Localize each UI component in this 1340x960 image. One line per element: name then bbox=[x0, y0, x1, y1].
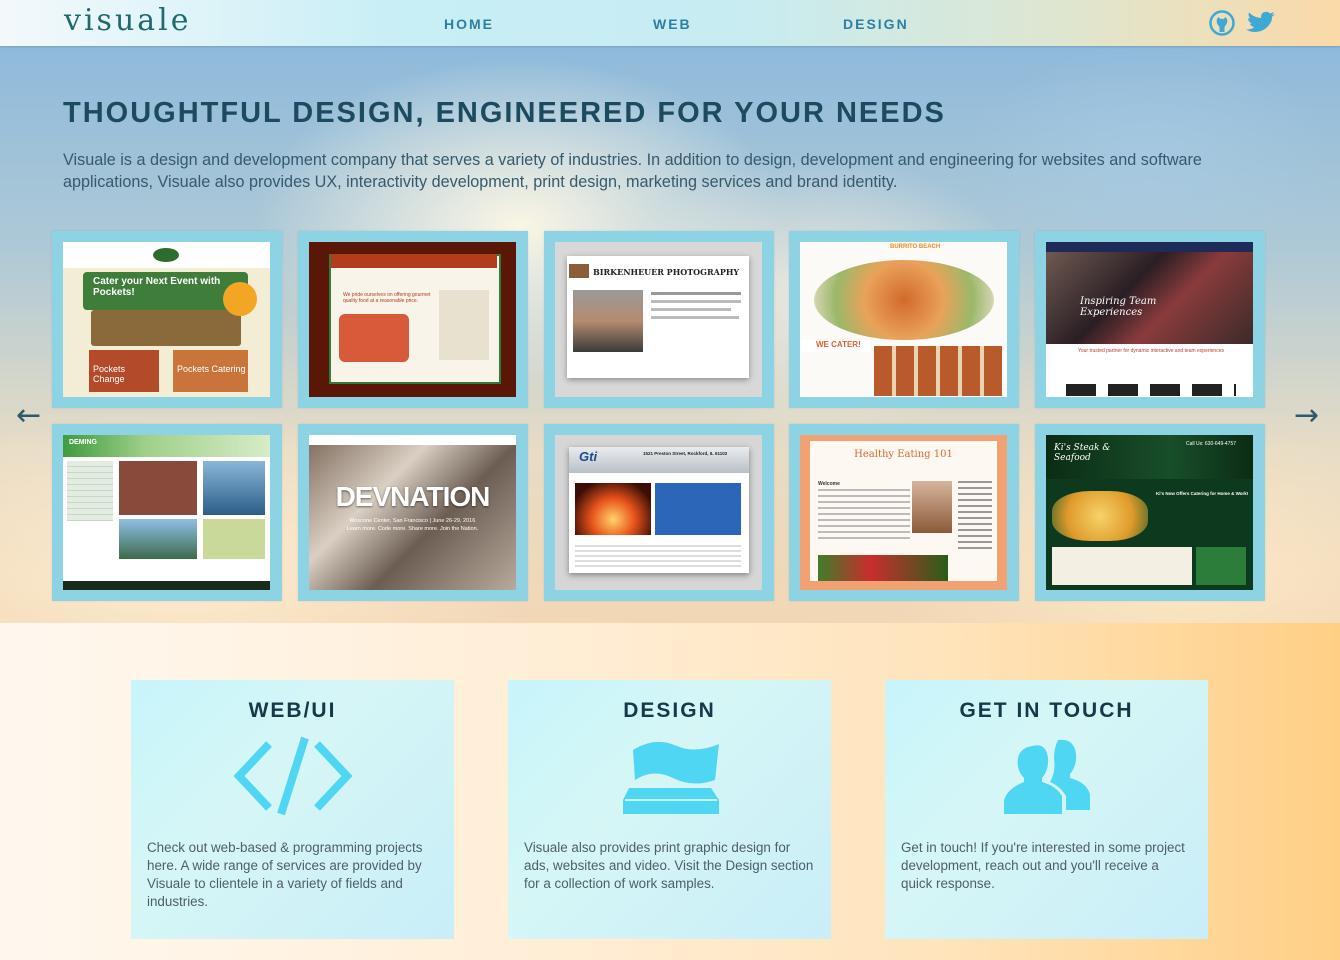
code-icon bbox=[131, 736, 454, 820]
thumbnail-burrito: BURRITO BEACH WE CATER! bbox=[800, 242, 1007, 397]
thumbnail-pizza: We pride ourselves on offering gourmet q… bbox=[309, 242, 516, 397]
portfolio-tile-kis[interactable]: Ki's Steak & Seafood Call Us: 630-649-47… bbox=[1035, 424, 1265, 601]
services-section: WEB/UI Check out web-based & programming… bbox=[0, 623, 1340, 960]
nav-home[interactable]: HOME bbox=[444, 16, 494, 32]
portfolio-tile-gti[interactable]: Gti 1521 Preston Street, Rockford, IL 61… bbox=[544, 424, 774, 601]
kis-headline: Ki's Steak & Seafood bbox=[1054, 443, 1111, 463]
portfolio-tile-burrito[interactable]: BURRITO BEACH WE CATER! bbox=[789, 231, 1019, 408]
thumbnail-kis: Ki's Steak & Seafood Call Us: 630-649-47… bbox=[1046, 435, 1253, 590]
users-icon bbox=[885, 736, 1208, 822]
hero-title: THOUGHTFUL DESIGN, ENGINEERED FOR YOUR N… bbox=[63, 97, 946, 129]
card-get-in-touch[interactable]: GET IN TOUCH Get in touch! If you're int… bbox=[885, 680, 1208, 939]
pizza-headline: We pride ourselves on offering gourmet q… bbox=[343, 292, 431, 304]
pockets-headline: Cater your Next Event with Pockets! bbox=[93, 276, 221, 298]
portfolio-tile-team[interactable]: Inspiring Team Experiences Your trusted … bbox=[1035, 231, 1265, 408]
top-nav: visuale HOME WEB DESIGN bbox=[0, 0, 1340, 46]
print-layers-icon bbox=[508, 736, 831, 822]
healthy-headline: Healthy Eating 101 bbox=[854, 449, 953, 460]
card-web-ui[interactable]: WEB/UI Check out web-based & programming… bbox=[131, 680, 454, 939]
portfolio-tile-birkenheuer[interactable]: BIRKENHEUER PHOTOGRAPHY bbox=[544, 231, 774, 408]
kis-sub1: Call Us: 630-649-4757 bbox=[1186, 441, 1237, 447]
hero-section: THOUGHTFUL DESIGN, ENGINEERED FOR YOUR N… bbox=[0, 46, 1340, 623]
logo[interactable]: visuale bbox=[64, 3, 192, 38]
thumbnail-gti: Gti 1521 Preston Street, Rockford, IL 61… bbox=[555, 435, 762, 590]
github-icon[interactable] bbox=[1209, 10, 1235, 40]
gti-headline: Gti bbox=[579, 449, 598, 464]
carousel-next-arrow[interactable]: → bbox=[1294, 401, 1319, 431]
thumbnail-team: Inspiring Team Experiences Your trusted … bbox=[1046, 242, 1253, 397]
team-sub1: Your trusted partner for dynamic interac… bbox=[1077, 348, 1224, 354]
card-design-title: DESIGN bbox=[623, 699, 716, 722]
birkenheuer-headline: BIRKENHEUER PHOTOGRAPHY bbox=[593, 267, 740, 277]
thumbnail-pockets: Cater your Next Event with Pockets! Pock… bbox=[63, 242, 270, 397]
portfolio-tile-devnation[interactable]: DEVNATION Moscone Center, San Francisco … bbox=[298, 424, 528, 601]
card-design-text: Visuale also provides print graphic desi… bbox=[524, 840, 814, 891]
card-design[interactable]: DESIGN Visuale also provides print graph… bbox=[508, 680, 831, 939]
devnation-headline: DEVNATION bbox=[335, 481, 491, 512]
team-headline: Inspiring Team Experiences bbox=[1080, 296, 1157, 318]
burrito-headline: BURRITO BEACH bbox=[890, 244, 941, 250]
nav-web[interactable]: WEB bbox=[653, 16, 692, 32]
kis-sub2: Ki's Now Offers Catering for Home & Work… bbox=[1156, 491, 1249, 496]
card-web-ui-text: Check out web-based & programming projec… bbox=[147, 840, 423, 909]
portfolio-tile-healthy[interactable]: Healthy Eating 101 Welcome bbox=[789, 424, 1019, 601]
devnation-sub1: Moscone Center, San Francisco | June 26-… bbox=[349, 518, 476, 524]
hero-description: Visuale is a design and development comp… bbox=[63, 151, 1202, 191]
portfolio-tile-pockets[interactable]: Cater your Next Event with Pockets! Pock… bbox=[52, 231, 282, 408]
healthy-sub1: Welcome bbox=[818, 481, 840, 487]
card-get-in-touch-text: Get in touch! If you're interested in so… bbox=[901, 840, 1185, 891]
carousel-prev-arrow[interactable]: ← bbox=[16, 401, 41, 431]
pockets-sub1: Pockets Change bbox=[93, 364, 126, 384]
deming-headline: DEMING bbox=[69, 439, 97, 446]
twitter-icon[interactable] bbox=[1244, 11, 1276, 41]
thumbnail-healthy: Healthy Eating 101 Welcome bbox=[800, 435, 1007, 590]
portfolio-tile-deming[interactable]: DEMING bbox=[52, 424, 282, 601]
devnation-sub2: Learn more. Code more. Share more. Join … bbox=[346, 526, 479, 532]
pockets-sub2: Pockets Catering bbox=[177, 364, 246, 374]
nav-design[interactable]: DESIGN bbox=[843, 16, 909, 32]
thumbnail-birkenheuer: BIRKENHEUER PHOTOGRAPHY bbox=[555, 242, 762, 397]
card-web-ui-title: WEB/UI bbox=[248, 699, 337, 722]
gti-sub1: 1521 Preston Street, Rockford, IL 61102 bbox=[643, 451, 728, 456]
thumbnail-deming: DEMING bbox=[63, 435, 270, 590]
thumbnail-devnation: DEVNATION Moscone Center, San Francisco … bbox=[309, 435, 516, 590]
burrito-sub1: WE CATER! bbox=[800, 340, 870, 352]
card-get-in-touch-title: GET IN TOUCH bbox=[959, 699, 1134, 722]
portfolio-tile-pizza[interactable]: We pride ourselves on offering gourmet q… bbox=[298, 231, 528, 408]
